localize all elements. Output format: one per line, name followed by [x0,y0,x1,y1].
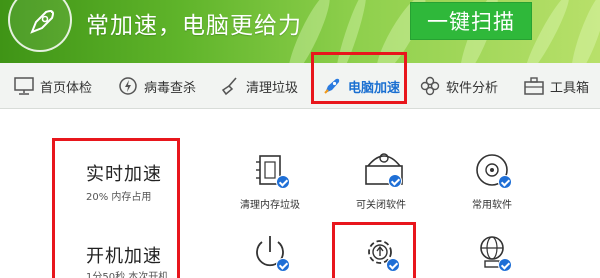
toolbox-icon [524,77,544,95]
tile-closable-software[interactable] [362,148,422,192]
tile-label: 可关闭软件 [356,200,406,211]
header-slogan: 常加速，电脑更给力 [86,13,302,39]
main-nav: 首页体检 病毒查杀 清理垃圾 电脑加速 软件分析 工具箱 [0,63,600,109]
check-badge-icon [276,258,290,272]
check-badge-icon [388,174,402,188]
rocket-logo [8,0,72,52]
flower-icon [420,76,440,96]
tab-toolbox[interactable]: 工具箱 [524,73,589,99]
tab-label: 清理垃圾 [246,80,299,96]
shield-bolt-icon [119,77,137,95]
monitor-icon [14,77,34,95]
tile-power[interactable] [250,232,310,276]
broom-icon [221,77,237,96]
tab-label: 软件分析 [446,80,499,96]
boot-speedup-title[interactable]: 开机加速 [86,242,162,268]
tab-clean-junk[interactable]: 清理垃圾 [220,73,298,99]
check-badge-icon [498,175,512,189]
check-badge-icon [386,258,400,272]
check-badge-icon [498,258,512,272]
one-click-scan-button[interactable]: 一键扫描 [410,2,532,40]
tab-label: 首页体检 [40,80,93,96]
tab-home-checkup[interactable]: 首页体检 [14,73,92,99]
grass-decoration [565,0,600,63]
realtime-speedup-subtitle: 20% 内存占用 [86,192,152,203]
tile-label: 常用软件 [472,200,512,211]
tile-clean-memory[interactable] [250,150,310,194]
tab-label: 工具箱 [550,80,590,96]
tab-virus-scan[interactable]: 病毒查杀 [118,73,196,99]
rocket-logo-icon [30,10,54,34]
tile-common-software[interactable] [472,150,532,194]
boot-speedup-subtitle: 1分50秒 本次开机 [86,272,169,278]
tab-highlight-box [311,52,407,104]
tile-network[interactable] [472,232,532,276]
tab-software-analysis[interactable]: 软件分析 [420,73,498,99]
header-banner: 常加速，电脑更给力 一键扫描 [0,0,600,63]
tab-label: 病毒查杀 [144,80,197,96]
tile-gear-upload[interactable] [360,232,420,276]
app-window: 常加速，电脑更给力 一键扫描 首页体检 病毒查杀 清理垃圾 电脑加速 软件分析 … [0,0,600,278]
check-badge-icon [276,175,290,189]
realtime-speedup-title[interactable]: 实时加速 [86,160,162,186]
tile-label: 清理内存垃圾 [240,200,300,211]
